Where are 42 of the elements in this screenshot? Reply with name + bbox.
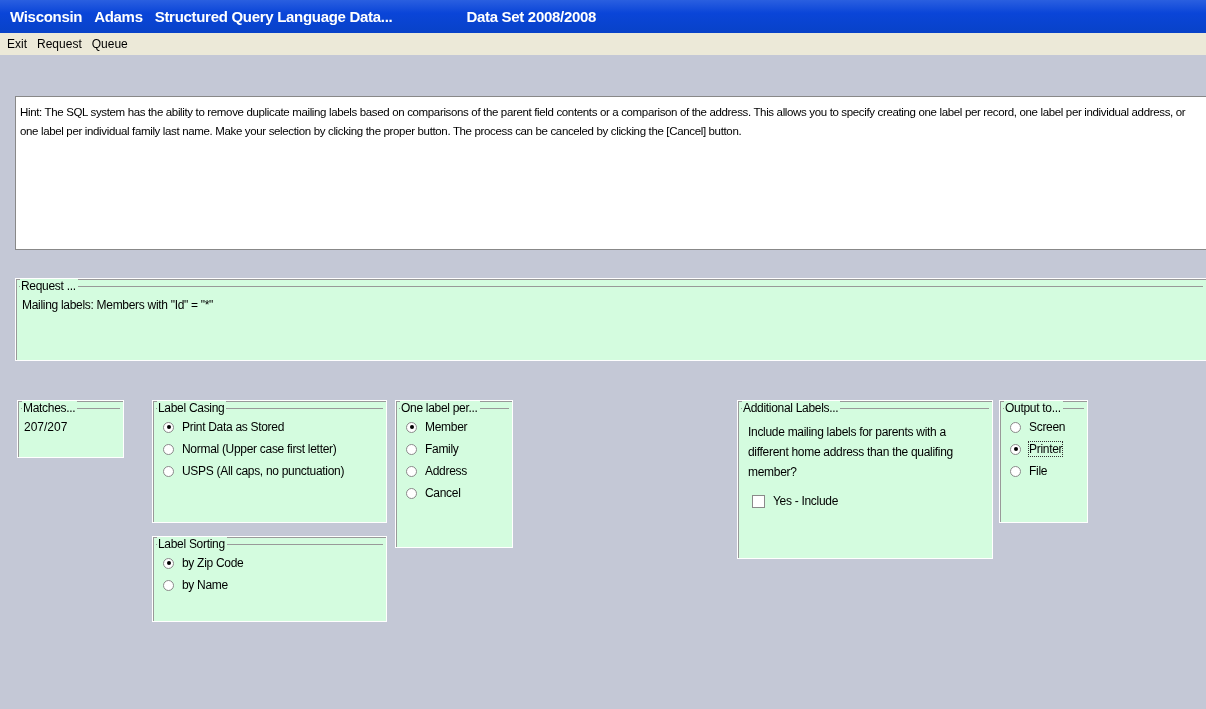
- checkbox-label[interactable]: Yes - Include: [772, 493, 840, 509]
- request-text: Mailing labels: Members with "Id" = "*": [21, 297, 215, 314]
- window-title: Wisconsin: [10, 8, 83, 25]
- group-title: Request ...: [20, 279, 78, 294]
- option-label[interactable]: Normal (Upper case first letter): [181, 441, 338, 457]
- radio-button[interactable]: [163, 443, 174, 455]
- radio-button[interactable]: [406, 465, 417, 477]
- hint-text: Hint: The SQL system has the ability to remove duplicate mailing labels based on comparisons of the parent field contents or a comparison of the address. This allows you to specify creating one label per record, one label per individual address, or one label per individual family last name. Make your selection by clicking the proper button. The process can be canceled by clicking the [Cancel] button.: [15, 96, 1206, 250]
- option-label[interactable]: Print Data as Stored: [181, 419, 286, 435]
- option-label[interactable]: by Name: [181, 577, 229, 593]
- question-text: Include mailing labels for parents with a different home address than the qualifing member?: [747, 424, 954, 481]
- radio-button[interactable]: [406, 443, 417, 455]
- option-label[interactable]: File: [1028, 463, 1049, 479]
- data-set-title: Data Set 2008/2008: [466, 8, 597, 25]
- radio-button[interactable]: [1010, 465, 1021, 477]
- radio-button[interactable]: [163, 421, 174, 433]
- radio-button[interactable]: [1010, 421, 1021, 433]
- option-label[interactable]: Family: [424, 441, 460, 457]
- option-label[interactable]: Address: [424, 463, 468, 479]
- group-title: Label Sorting: [157, 537, 227, 552]
- option-label[interactable]: Printer: [1028, 441, 1064, 457]
- window-title: Adams: [94, 8, 143, 25]
- radio-button[interactable]: [163, 557, 174, 569]
- checkbox[interactable]: [752, 494, 765, 508]
- group-title: Output to...: [1004, 401, 1063, 416]
- window-title: Structured Query Language Data...: [154, 8, 393, 25]
- option-label[interactable]: USPS (All caps, no punctuation): [181, 463, 346, 479]
- menu-item[interactable]: Exit: [6, 37, 28, 51]
- radio-button[interactable]: [406, 487, 417, 499]
- group-title: One label per...: [400, 401, 480, 416]
- option-label[interactable]: Screen: [1028, 419, 1067, 435]
- option-label[interactable]: Cancel: [424, 485, 462, 501]
- group-title: Label Casing: [157, 401, 227, 416]
- matches-count: 207/207: [23, 419, 69, 436]
- radio-button[interactable]: [1010, 443, 1021, 455]
- menu-item[interactable]: Request: [36, 37, 83, 51]
- option-label[interactable]: Member: [424, 419, 469, 435]
- radio-button[interactable]: [163, 579, 174, 591]
- option-label[interactable]: by Zip Code: [181, 555, 245, 571]
- radio-button[interactable]: [406, 421, 417, 433]
- menu-item[interactable]: Queue: [90, 37, 129, 51]
- radio-button[interactable]: [163, 465, 174, 477]
